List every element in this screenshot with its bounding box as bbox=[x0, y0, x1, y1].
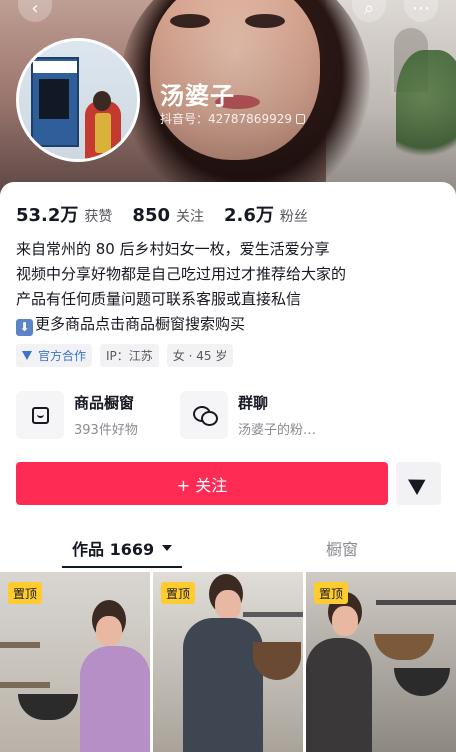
shop-window-subtitle: 393件好物 bbox=[74, 423, 138, 438]
bio-line: 更多商品点击商品橱窗搜索购买 bbox=[35, 315, 246, 333]
pinned-badge: 置顶 bbox=[314, 582, 349, 604]
stat-likes[interactable]: 53.2万 获赞 bbox=[16, 201, 112, 227]
group-chat-entry[interactable]: 群聊 汤婆子的粉… bbox=[180, 390, 316, 440]
gender-age-label: 女 · 45 岁 bbox=[172, 349, 228, 363]
ip-location-tag: IP：江苏 bbox=[100, 344, 159, 367]
gender-age-tag: 女 · 45 岁 bbox=[166, 344, 234, 367]
bio-line: 产品有任何质量问题可联系客服或直接私信 bbox=[16, 290, 302, 308]
bio-line: 视频中分享好物都是自己吃过用过才推荐给大家的 bbox=[16, 265, 347, 283]
stat-following-label: 关注 bbox=[176, 209, 204, 225]
group-chat-title: 群聊 bbox=[238, 394, 269, 412]
shopping-bag-icon bbox=[31, 406, 49, 424]
chevron-left-icon: ‹ bbox=[31, 0, 39, 19]
active-tab-indicator bbox=[62, 566, 182, 568]
search-icon: ⌕ bbox=[363, 0, 375, 19]
pinned-badge: 置顶 bbox=[8, 582, 43, 604]
send-icon bbox=[407, 471, 430, 496]
stat-following[interactable]: 850 关注 bbox=[132, 205, 204, 226]
ip-location-label: IP：江苏 bbox=[106, 349, 153, 363]
bio: 来自常州的 80 后乡村妇女一枚，爱生活爱分享 视频中分享好物都是自己吃过用过才… bbox=[16, 237, 436, 337]
entry-row: 商品橱窗 393件好物 群聊 汤婆子的粉… bbox=[16, 390, 440, 440]
profile-card: 53.2万 获赞 850 关注 2.6万 粉丝 来自常州的 80 后乡村妇女一枚… bbox=[0, 182, 456, 752]
nickname: 汤婆子 bbox=[160, 82, 235, 110]
pinned-badge: 置顶 bbox=[161, 582, 196, 604]
caret-down-icon bbox=[162, 545, 173, 551]
video-thumbnail[interactable]: 置顶 bbox=[153, 572, 303, 752]
bio-line-with-icon: ⬇ 更多商品点击商品橱窗搜索购买 bbox=[16, 312, 436, 337]
video-grid: 置顶 置顶 置顶 bbox=[0, 572, 456, 752]
shop-icon-box bbox=[16, 391, 64, 439]
shop-window-title: 商品橱窗 bbox=[74, 394, 135, 412]
group-chat-subtitle: 汤婆子的粉… bbox=[238, 423, 317, 438]
group-chat-icon-box bbox=[180, 391, 228, 439]
official-partner-tag[interactable]: 官方合作 bbox=[16, 344, 93, 367]
stat-likes-value: 53.2万 bbox=[16, 205, 79, 226]
more-icon: ⋯ bbox=[412, 0, 430, 19]
douyin-id[interactable]: 抖音号：42787869929 bbox=[160, 110, 305, 127]
content-tabs: 作品 1669 橱窗 bbox=[0, 528, 456, 568]
stat-followers[interactable]: 2.6万 粉丝 bbox=[224, 201, 308, 227]
official-partner-label: 官方合作 bbox=[38, 349, 87, 363]
arrow-down-icon: ⬇ bbox=[16, 319, 33, 336]
tab-shop-window-label: 橱窗 bbox=[326, 540, 359, 559]
chat-bubbles-icon bbox=[193, 406, 218, 426]
stat-followers-value: 2.6万 bbox=[224, 205, 274, 226]
video-thumbnail[interactable]: 置顶 bbox=[0, 572, 150, 752]
tab-works[interactable]: 作品 1669 bbox=[72, 528, 173, 568]
stats-row: 53.2万 获赞 850 关注 2.6万 粉丝 bbox=[16, 201, 328, 227]
video-thumbnail[interactable]: 置顶 bbox=[306, 572, 456, 752]
stat-likes-label: 获赞 bbox=[84, 209, 113, 225]
tab-shop-window[interactable]: 橱窗 bbox=[326, 528, 358, 568]
share-button[interactable] bbox=[396, 462, 441, 505]
stat-followers-label: 粉丝 bbox=[279, 209, 308, 225]
shop-window-entry[interactable]: 商品橱窗 393件好物 bbox=[16, 390, 138, 440]
avatar[interactable] bbox=[16, 38, 140, 162]
bio-line: 来自常州的 80 后乡村妇女一枚，爱生活爱分享 bbox=[16, 240, 330, 258]
follow-button[interactable]: + 关注 bbox=[16, 462, 388, 505]
copy-icon[interactable] bbox=[295, 113, 305, 124]
verified-icon bbox=[22, 350, 34, 361]
tab-works-label: 作品 1669 bbox=[72, 540, 155, 559]
douyin-id-text: 抖音号：42787869929 bbox=[160, 112, 292, 126]
stat-following-value: 850 bbox=[132, 205, 170, 226]
tag-row: 官方合作 IP：江苏 女 · 45 岁 bbox=[16, 344, 234, 367]
